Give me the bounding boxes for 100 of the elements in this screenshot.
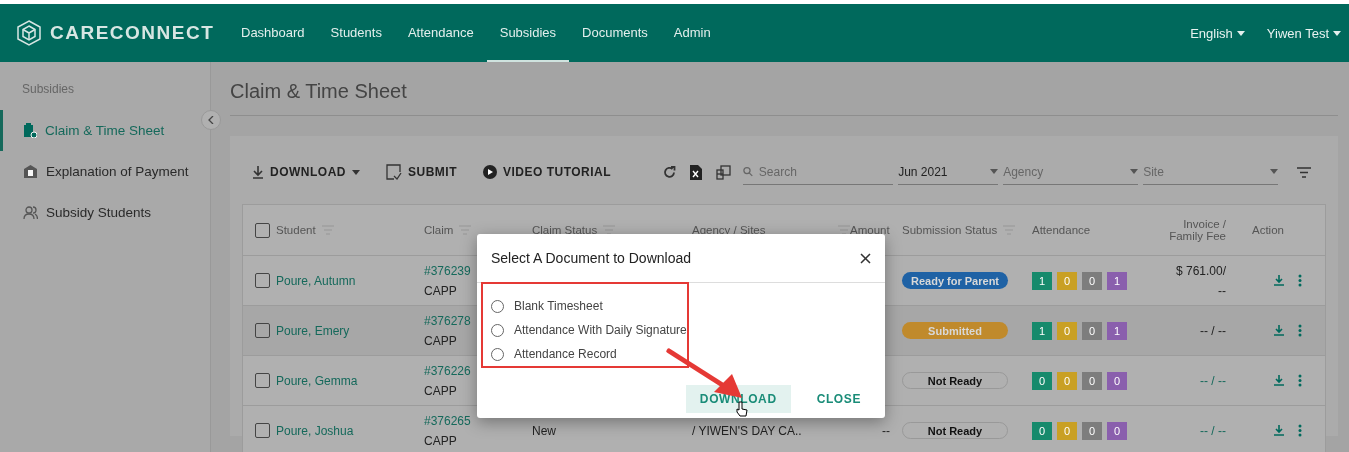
column-header[interactable]: Invoice / Family Fee <box>1156 218 1226 242</box>
column-header[interactable]: Student <box>276 224 334 236</box>
sidebar-item[interactable]: Subsidy Students <box>0 192 196 233</box>
sidebar-heading: Subsidies <box>21 81 76 98</box>
caret-icon[interactable] <box>1130 169 1139 174</box>
checkbox[interactable] <box>255 323 270 338</box>
dropdown-field[interactable]: Jun 2021 <box>898 159 999 185</box>
more-icon[interactable] <box>1297 324 1302 337</box>
attendance-count: 0 <box>1032 421 1052 440</box>
caret-icon[interactable] <box>1236 30 1245 36</box>
nav-tab[interactable]: Attendance <box>394 4 487 62</box>
option-label[interactable]: Attendance Record <box>514 347 617 361</box>
checkbox-icon <box>386 164 402 180</box>
status-badge: Not Ready <box>902 422 1008 439</box>
column-header[interactable]: Claim <box>424 224 472 236</box>
claim-link[interactable]: #376239 <box>424 263 471 278</box>
filter-icon[interactable] <box>1297 166 1312 178</box>
caret-icon[interactable] <box>352 169 360 175</box>
claim-link[interactable]: #376278 <box>424 313 471 328</box>
claim-status: New <box>532 423 556 438</box>
more-icon[interactable] <box>1297 374 1302 387</box>
option-label[interactable]: Attendance With Daily Signature <box>514 323 687 337</box>
column-header[interactable]: Action <box>1252 224 1284 236</box>
sidebar-item[interactable]: Claim & Time Sheet <box>0 110 196 151</box>
more-icon[interactable] <box>1297 274 1302 287</box>
excel-icon[interactable] <box>690 164 703 180</box>
status-badge: Submitted <box>902 322 1008 339</box>
agency-text: / YIWEN'S DAY CA.. <box>692 423 802 438</box>
more-icon[interactable] <box>1297 424 1302 437</box>
page-title: Claim & Time Sheet <box>230 62 1338 116</box>
download-icon[interactable] <box>1273 325 1284 336</box>
dialog-title: Select A Document to Download <box>491 250 691 266</box>
student-link[interactable]: Poure, Joshua <box>276 423 354 438</box>
checkbox[interactable] <box>255 273 270 288</box>
caret-icon[interactable] <box>1270 169 1279 174</box>
program-text: CAPP <box>424 283 457 298</box>
attendance-count: 0 <box>1032 371 1052 390</box>
logo-icon <box>16 20 42 46</box>
download-icon[interactable] <box>1273 375 1284 386</box>
student-link[interactable]: Poure, Gemma <box>276 373 358 388</box>
caret-icon[interactable] <box>990 169 999 174</box>
checkbox[interactable] <box>255 373 270 388</box>
dropdown-field[interactable]: Agency <box>1003 159 1139 185</box>
dialog-button[interactable]: CLOSE <box>802 385 875 413</box>
program-text: CAPP <box>424 383 457 398</box>
column-header[interactable]: Attendance <box>1032 224 1091 236</box>
dropdown-field[interactable]: Site <box>1143 159 1279 185</box>
claim-link[interactable]: #376226 <box>424 363 471 378</box>
attendance-count: 0 <box>1057 271 1077 290</box>
columns-icon[interactable] <box>716 164 732 180</box>
invoice-text: $ 761.00/ <box>1175 263 1226 278</box>
attendance-count: 0 <box>1082 421 1102 440</box>
invoice-text: -- / -- <box>1200 423 1226 438</box>
attendance-count: 1 <box>1107 321 1127 340</box>
language-menu[interactable]: English <box>1190 25 1245 41</box>
caret-icon[interactable] <box>1333 30 1341 36</box>
program-text: CAPP <box>424 333 457 348</box>
fee-text: -- <box>1218 283 1226 298</box>
download-icon[interactable] <box>1273 275 1284 286</box>
dialog-button[interactable]: DOWNLOAD <box>685 385 791 413</box>
option-label[interactable]: Blank Timesheet <box>514 299 603 313</box>
refresh-icon[interactable] <box>663 165 677 179</box>
student-link[interactable]: Poure, Emery <box>276 323 350 338</box>
nav-tab[interactable]: Admin <box>660 4 724 62</box>
toolbar-button[interactable]: DOWNLOAD <box>242 165 370 179</box>
nav-tab[interactable]: Students <box>317 4 395 62</box>
clipboard-icon <box>23 123 37 138</box>
attendance-count: 1 <box>1107 271 1127 290</box>
attendance-count: 0 <box>1057 371 1077 390</box>
checkbox[interactable] <box>255 222 270 238</box>
play-icon <box>483 165 497 179</box>
attendance-count: 0 <box>1107 371 1127 390</box>
column-header[interactable]: Submission Status <box>902 224 1016 236</box>
attendance-count: 0 <box>1057 421 1077 440</box>
people-icon <box>23 205 38 220</box>
invoice-text: -- / -- <box>1200 373 1226 388</box>
toolbar-button[interactable]: VIDEO TUTORIAL <box>473 165 622 179</box>
close-icon[interactable] <box>860 252 871 264</box>
attendance-count: 0 <box>1107 421 1127 440</box>
search-icon <box>743 166 753 177</box>
amount-text: -- <box>882 423 890 438</box>
attendance-count: 0 <box>1082 271 1102 290</box>
sidebar-item[interactable]: Explanation of Payment <box>0 151 196 192</box>
chevron-icon[interactable] <box>208 116 214 124</box>
nav-tab[interactable]: Documents <box>569 4 661 62</box>
attendance-count: 0 <box>1057 321 1077 340</box>
nav-tab[interactable]: Dashboard <box>228 4 318 62</box>
download-icon <box>252 165 264 179</box>
toolbar-button[interactable]: SUBMIT <box>376 164 467 180</box>
brand-name: CARECONNECT <box>50 22 215 44</box>
attendance-count: 1 <box>1032 321 1052 340</box>
attendance-count: 0 <box>1082 321 1102 340</box>
search-field[interactable]: Search <box>756 163 894 180</box>
status-badge: Ready for Parent <box>902 272 1008 289</box>
download-icon[interactable] <box>1273 425 1284 436</box>
checkbox[interactable] <box>255 423 270 438</box>
attendance-count: 0 <box>1082 371 1102 390</box>
student-link[interactable]: Poure, Autumn <box>276 273 356 288</box>
user-menu[interactable]: Yiwen Test <box>1266 25 1341 41</box>
claim-link[interactable]: #376265 <box>424 413 471 428</box>
